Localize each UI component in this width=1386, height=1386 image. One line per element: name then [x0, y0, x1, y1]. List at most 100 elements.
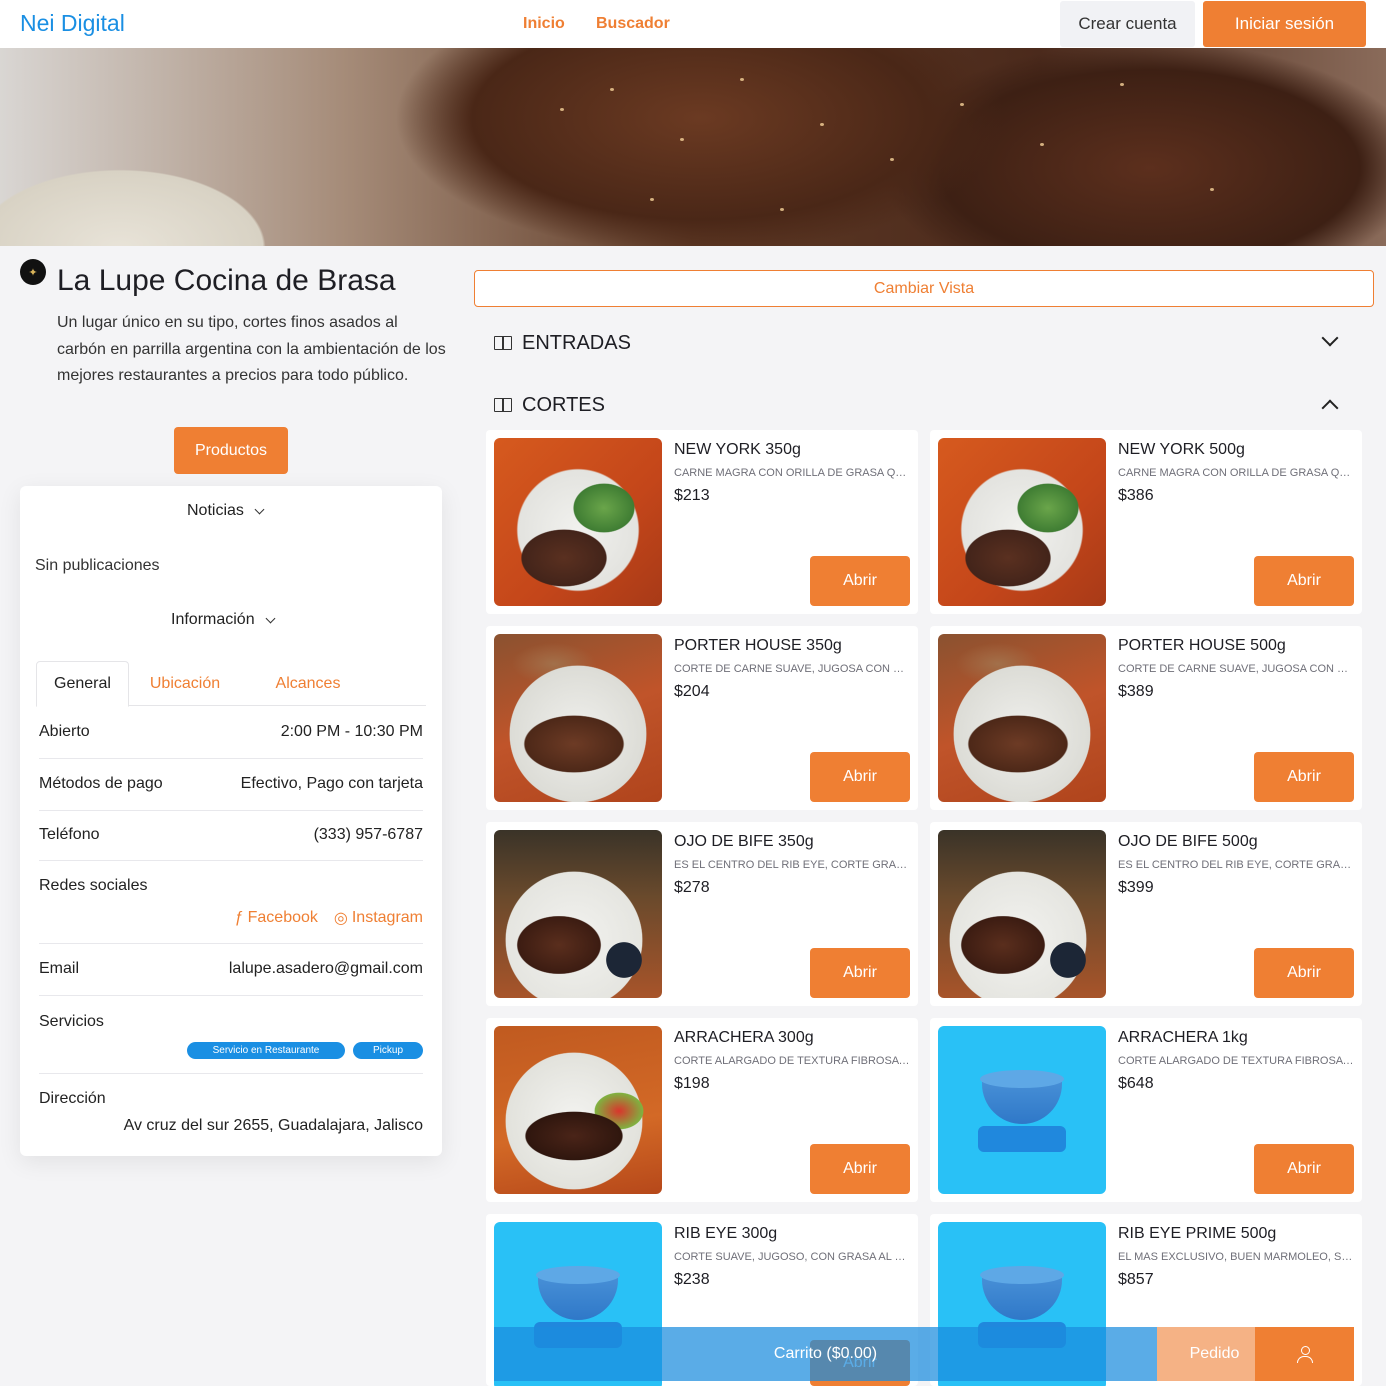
no-posts-text: Sin publicaciones [35, 557, 160, 574]
product-description: CORTE DE CARNE SUAVE, JUGOSA CON HUESO E… [1118, 663, 1354, 675]
bowl-icon-rim [536, 1266, 620, 1284]
top-navbar: Nei Digital Inicio Buscador Crear cuenta… [0, 0, 1386, 48]
open-product-button[interactable]: Abrir [810, 752, 910, 802]
product-price: $198 [674, 1075, 710, 1092]
payment-label: Métodos de pago [39, 775, 163, 792]
product-price: $238 [674, 1271, 710, 1288]
product-image [938, 634, 1106, 802]
payment-value: Efectivo, Pago con tarjeta [240, 775, 423, 792]
phone-value[interactable]: (333) 957-6787 [314, 826, 423, 844]
open-product-button[interactable]: Abrir [1254, 556, 1354, 606]
news-toggle[interactable]: Noticias [187, 502, 265, 520]
instagram-link[interactable]: ◎ Instagram [334, 908, 423, 928]
product-description: CARNE MAGRA CON ORILLA DE GRASA QUE LE D… [1118, 467, 1354, 479]
product-placeholder-image [938, 1026, 1106, 1194]
product-card[interactable]: OJO DE BIFE 350g ES EL CENTRO DEL RIB EY… [486, 822, 918, 1006]
product-price: $278 [674, 879, 710, 896]
social-label: Redes sociales [39, 877, 148, 894]
info-tabs: General Ubicación Alcances [36, 661, 426, 707]
product-image [494, 830, 662, 998]
info-card: Noticias Sin publicaciones Información G… [20, 486, 442, 1156]
product-name: OJO DE BIFE 500g [1118, 833, 1258, 850]
product-price: $213 [674, 487, 710, 504]
cart-button[interactable]: Carrito ($0.00) [494, 1327, 1157, 1381]
product-card[interactable]: ARRACHERA 1kg CORTE ALARGADO DE TEXTURA … [930, 1018, 1362, 1202]
product-card[interactable]: PORTER HOUSE 500g CORTE DE CARNE SUAVE, … [930, 626, 1362, 810]
product-name: RIB EYE PRIME 500g [1118, 1225, 1277, 1242]
payment-row: Métodos de pago Efectivo, Pago con tarje… [39, 760, 423, 811]
product-price: $399 [1118, 879, 1154, 896]
product-image [494, 634, 662, 802]
product-name: NEW YORK 350g [674, 441, 801, 458]
email-row: Email lalupe.asadero@gmail.com [39, 945, 423, 996]
open-hours-value: 2:00 PM - 10:30 PM [280, 723, 423, 740]
services-list: Servicio en Restaurante Pickup [187, 1042, 423, 1059]
facebook-label: Facebook [247, 909, 318, 926]
product-description: CORTE ALARGADO DE TEXTURA FIBROSA Y SABO… [674, 1055, 910, 1067]
service-badge: Servicio en Restaurante [187, 1042, 345, 1059]
product-name: PORTER HOUSE 350g [674, 637, 842, 654]
product-image [494, 1026, 662, 1194]
chevron-down-icon [1321, 329, 1339, 347]
facebook-icon: ƒ [234, 909, 244, 926]
product-price: $389 [1118, 683, 1154, 700]
product-name: NEW YORK 500g [1118, 441, 1245, 458]
product-price: $204 [674, 683, 710, 700]
instagram-icon: ◎ [333, 910, 348, 927]
hero-banner-image [0, 48, 1386, 246]
tab-general[interactable]: General [36, 661, 129, 707]
phone-row: Teléfono (333) 957-6787 [39, 812, 423, 861]
section-title: ENTRADAS [522, 331, 631, 354]
product-description: CARNE MAGRA CON ORILLA DE GRASA QUE LE D… [674, 467, 910, 479]
open-hours-label: Abierto [39, 723, 90, 740]
chevron-up-icon [1321, 399, 1339, 417]
product-image [494, 438, 662, 606]
open-product-button[interactable]: Abrir [810, 556, 910, 606]
open-product-button[interactable]: Abrir [1254, 1144, 1354, 1194]
product-name: PORTER HOUSE 500g [1118, 637, 1286, 654]
create-account-button[interactable]: Crear cuenta [1060, 1, 1195, 47]
open-product-button[interactable]: Abrir [1254, 948, 1354, 998]
section-entradas[interactable]: ENTRADAS [494, 328, 1344, 358]
nav-link-inicio[interactable]: Inicio [523, 15, 565, 33]
instagram-label: Instagram [351, 909, 423, 926]
product-name: OJO DE BIFE 350g [674, 833, 814, 850]
phone-label: Teléfono [39, 826, 100, 843]
address-value: Av cruz del sur 2655, Guadalajara, Jalis… [123, 1117, 423, 1134]
login-button[interactable]: Iniciar sesión [1203, 1, 1366, 47]
book-icon [494, 336, 512, 350]
product-card[interactable]: NEW YORK 500g CARNE MAGRA CON ORILLA DE … [930, 430, 1362, 614]
product-card[interactable]: NEW YORK 350g CARNE MAGRA CON ORILLA DE … [486, 430, 918, 614]
product-image [938, 830, 1106, 998]
product-card[interactable]: PORTER HOUSE 350g CORTE DE CARNE SUAVE, … [486, 626, 918, 810]
bowl-icon-base [978, 1126, 1066, 1152]
social-row: Redes sociales ƒ Facebook ◎ Instagram [39, 862, 423, 944]
email-label: Email [39, 960, 80, 977]
product-image [938, 438, 1106, 606]
nav-link-buscador[interactable]: Buscador [596, 15, 670, 33]
email-value[interactable]: lalupe.asadero@gmail.com [229, 960, 423, 978]
products-button[interactable]: Productos [174, 427, 288, 474]
user-icon [1296, 1346, 1313, 1363]
restaurant-description: Un lugar único en su tipo, cortes finos … [57, 314, 446, 384]
change-view-button[interactable]: Cambiar Vista [474, 270, 1374, 307]
user-account-button[interactable] [1255, 1327, 1354, 1381]
info-toggle-label: Información [171, 611, 255, 628]
address-row: Dirección Av cruz del sur 2655, Guadalaj… [39, 1075, 423, 1145]
open-product-button[interactable]: Abrir [1254, 752, 1354, 802]
tab-alcances[interactable]: Alcances [263, 661, 353, 706]
section-cortes[interactable]: CORTES [494, 390, 1344, 420]
bowl-icon-rim [980, 1266, 1064, 1284]
section-title: CORTES [522, 393, 605, 416]
restaurant-logo: ✦ [20, 259, 46, 285]
open-product-button[interactable]: Abrir [810, 948, 910, 998]
product-card[interactable]: ARRACHERA 300g CORTE ALARGADO DE TEXTURA… [486, 1018, 918, 1202]
tab-ubicacion[interactable]: Ubicación [137, 661, 233, 706]
product-price: $648 [1118, 1075, 1154, 1092]
product-card[interactable]: OJO DE BIFE 500g ES EL CENTRO DEL RIB EY… [930, 822, 1362, 1006]
news-toggle-label: Noticias [187, 502, 244, 519]
brand-logo-link[interactable]: Nei Digital [20, 10, 125, 37]
facebook-link[interactable]: ƒ Facebook [235, 908, 318, 928]
info-toggle[interactable]: Información [171, 611, 276, 629]
open-product-button[interactable]: Abrir [810, 1144, 910, 1194]
